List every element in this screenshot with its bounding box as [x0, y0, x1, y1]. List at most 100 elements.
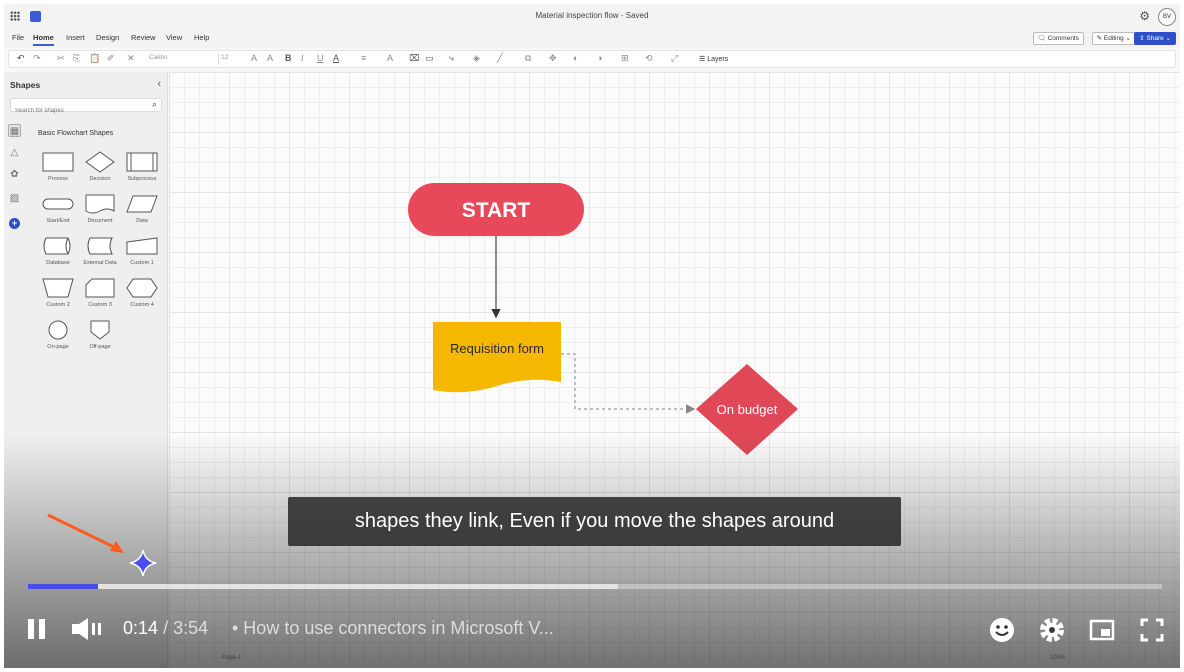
- shape-subprocess[interactable]: Subprocess: [122, 150, 162, 186]
- text-style-icon[interactable]: A: [387, 53, 393, 63]
- status-bar: Page-1 100%: [4, 652, 1180, 668]
- shape-start-end[interactable]: Start/End: [38, 192, 78, 228]
- on-page-shape-icon: [48, 320, 68, 340]
- document-title[interactable]: Material inspection flow - Saved: [4, 11, 1180, 20]
- font-size-select[interactable]: 12: [221, 54, 243, 65]
- comments-button[interactable]: 🗨 Comments: [1032, 32, 1084, 45]
- arrows-stencil-icon[interactable]: ✿: [8, 168, 21, 181]
- custom-4-shape-icon: [126, 278, 158, 298]
- volume-icon[interactable]: [70, 616, 104, 642]
- shape-decision[interactable]: Decision: [80, 150, 120, 186]
- position-icon[interactable]: ✥: [549, 53, 557, 64]
- reactions-icon[interactable]: [988, 616, 1016, 644]
- time-display: 0:14 / 3:54: [123, 618, 208, 639]
- external-data-shape-icon: [87, 237, 113, 255]
- underline-icon[interactable]: U: [317, 53, 324, 63]
- align-icon[interactable]: ≡: [361, 53, 366, 63]
- cut-icon[interactable]: ✂: [57, 53, 65, 64]
- shape-custom-3[interactable]: Custom 3: [80, 276, 120, 312]
- shape-custom-2[interactable]: Custom 2: [38, 276, 78, 312]
- italic-icon[interactable]: I: [301, 53, 304, 63]
- page-tab[interactable]: Page-1: [222, 655, 241, 661]
- buffered-bar: [28, 584, 618, 589]
- font-select[interactable]: Calibri: [149, 54, 219, 65]
- on-budget-label: On budget: [717, 402, 778, 417]
- sparkle-icon[interactable]: [128, 548, 158, 578]
- shape-custom-4[interactable]: Custom 4: [122, 276, 162, 312]
- collapse-panel-icon[interactable]: ‹: [157, 78, 161, 90]
- format-painter-icon[interactable]: ✐: [107, 53, 115, 64]
- database-shape-icon: [43, 237, 71, 255]
- start-label: START: [462, 199, 531, 222]
- video-progress-bar[interactable]: [28, 584, 1162, 589]
- shape-document[interactable]: Document: [80, 192, 120, 228]
- menu-home[interactable]: Home: [33, 33, 54, 46]
- shape-on-page[interactable]: On-page: [38, 318, 78, 354]
- miniplayer-icon[interactable]: [1088, 616, 1116, 644]
- title-bar: Material inspection flow - Saved ⚙ BV: [4, 4, 1180, 30]
- size-icon[interactable]: ⤢: [671, 53, 678, 64]
- image-stencil-icon[interactable]: ▨: [8, 192, 21, 205]
- copy-icon[interactable]: ⎘: [73, 53, 80, 64]
- layers-button[interactable]: ☰ Layers: [699, 55, 728, 63]
- paste-icon[interactable]: 📋: [89, 53, 100, 64]
- shape-process[interactable]: Process: [38, 150, 78, 186]
- text-box-icon[interactable]: ⌧: [409, 53, 419, 64]
- on-budget-decision-shape[interactable]: On budget: [696, 364, 798, 455]
- zoom-level[interactable]: 100%: [1050, 655, 1065, 661]
- menu-review[interactable]: Review: [131, 33, 156, 42]
- group-icon[interactable]: ⊞: [621, 53, 629, 64]
- shape-custom-1[interactable]: Custom 1: [122, 234, 162, 270]
- shrink-font-icon[interactable]: A: [267, 53, 273, 63]
- process-shape-icon: [42, 152, 74, 172]
- delete-icon[interactable]: ✕: [127, 53, 135, 64]
- settings-gear-icon[interactable]: [1038, 616, 1066, 644]
- line-icon[interactable]: ╱: [497, 53, 502, 64]
- menu-file[interactable]: File: [12, 33, 24, 42]
- decision-shape-icon: [85, 151, 115, 173]
- bold-icon[interactable]: B: [285, 53, 292, 63]
- shape-database[interactable]: Database: [38, 234, 78, 270]
- fill-icon[interactable]: ◈: [473, 53, 480, 64]
- connector-icon[interactable]: ⤷: [449, 53, 454, 64]
- rotate-icon[interactable]: ⟲: [645, 53, 653, 64]
- redo-icon[interactable]: ↷: [33, 53, 41, 64]
- subprocess-shape-icon: [126, 152, 158, 172]
- shape-search-input[interactable]: [11, 105, 141, 117]
- menu-help[interactable]: Help: [194, 33, 209, 42]
- editing-button[interactable]: ✎ Editing ⌄: [1091, 32, 1136, 45]
- duration: / 3:54: [163, 618, 209, 638]
- avatar[interactable]: BV: [1158, 8, 1176, 26]
- flowchart-stencil-icon[interactable]: ▦: [8, 124, 21, 137]
- styles-icon[interactable]: ◐: [573, 53, 578, 63]
- arrange-icon[interactable]: ⧉: [525, 53, 531, 64]
- video-title[interactable]: • How to use connectors in Microsoft V..…: [232, 618, 554, 639]
- font-color-icon[interactable]: A: [333, 53, 339, 63]
- connector-requisition-to-decision[interactable]: [561, 353, 696, 414]
- drawing-canvas[interactable]: START Requisition form On budget: [169, 72, 1180, 668]
- share-button[interactable]: ⇪ Share ⌄: [1134, 32, 1176, 45]
- shape-search[interactable]: ⌕: [10, 98, 162, 117]
- shape-external-data[interactable]: External Data: [80, 234, 120, 270]
- menu-view[interactable]: View: [166, 33, 182, 42]
- basic-shapes-stencil-icon[interactable]: △: [8, 146, 21, 159]
- effects-icon[interactable]: ◑: [597, 53, 602, 63]
- shape-off-page[interactable]: Off-page: [80, 318, 120, 354]
- add-stencil-icon[interactable]: +: [9, 218, 20, 229]
- shape-icon[interactable]: ▭: [425, 53, 434, 64]
- shape-data[interactable]: Data: [122, 192, 162, 228]
- undo-icon[interactable]: ↶: [17, 53, 25, 64]
- settings-icon[interactable]: ⚙: [1139, 9, 1150, 23]
- shape-label: Subprocess: [127, 176, 157, 182]
- fullscreen-icon[interactable]: [1138, 616, 1166, 644]
- pause-icon[interactable]: [24, 616, 50, 642]
- requisition-form-shape[interactable]: Requisition form: [433, 322, 561, 393]
- share-label: Share: [1146, 35, 1164, 42]
- start-end-shape-icon: [42, 198, 74, 210]
- custom-1-shape-icon: [126, 237, 158, 255]
- start-shape[interactable]: START: [408, 183, 584, 236]
- grow-font-icon[interactable]: A: [251, 53, 257, 63]
- menu-design[interactable]: Design: [96, 33, 119, 42]
- menu-insert[interactable]: Insert: [66, 33, 85, 42]
- search-icon[interactable]: ⌕: [152, 99, 157, 110]
